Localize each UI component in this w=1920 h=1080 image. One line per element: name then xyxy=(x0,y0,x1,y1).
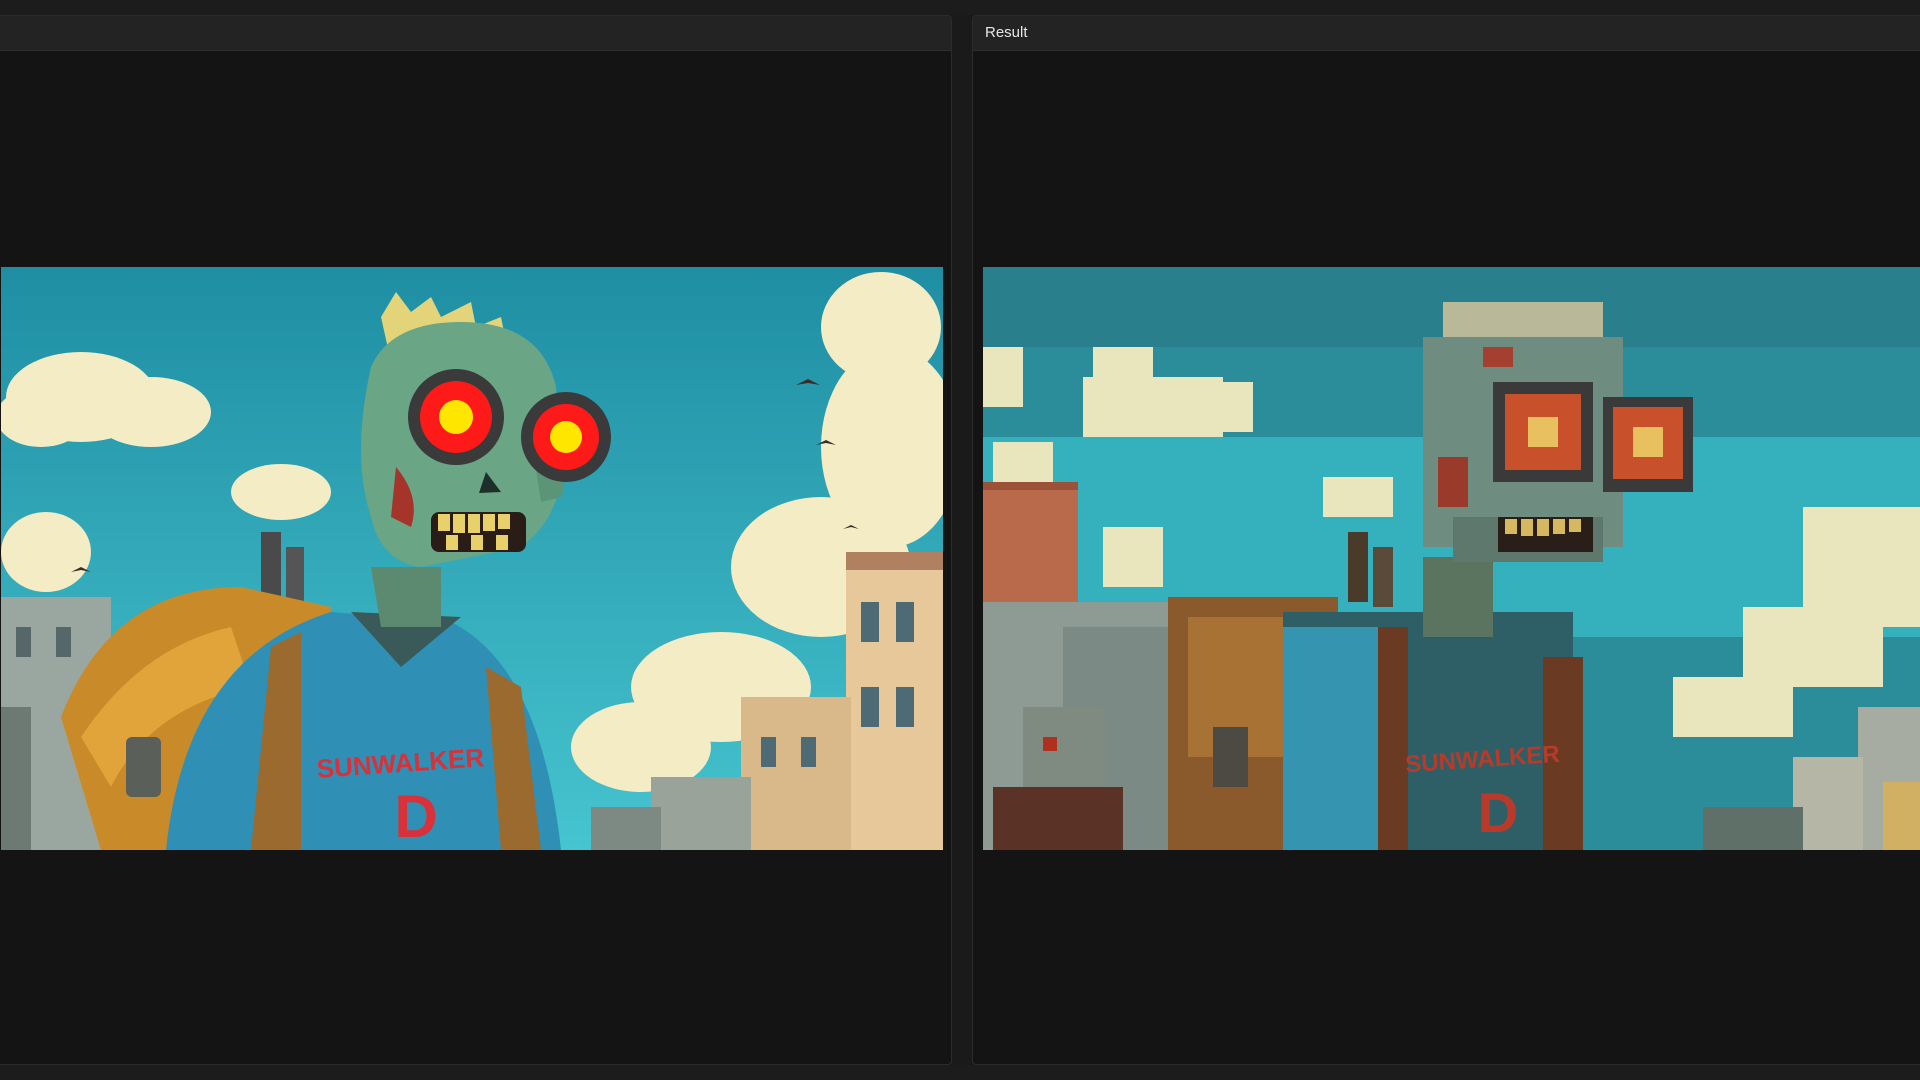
window-bottom-bar xyxy=(0,1065,1920,1080)
result-panel-header: Result xyxy=(973,16,1920,51)
shirt-logo: D xyxy=(394,783,437,850)
source-image-artwork: SUNWALKER D xyxy=(1,267,943,850)
source-image-panel: SUNWALKER D xyxy=(0,15,952,1065)
source-panel-header xyxy=(0,16,951,51)
source-image[interactable]: SUNWALKER D xyxy=(1,267,943,850)
window-top-bar xyxy=(0,0,1920,15)
result-image[interactable]: SUNWALKER D xyxy=(983,267,1920,850)
result-image-panel: Result SUNWALKER D xyxy=(972,15,1920,1065)
result-image-artwork: SUNWALKER D xyxy=(983,267,1920,850)
pixel-shirt-logo: D xyxy=(1478,781,1518,844)
result-panel-title: Result xyxy=(985,24,1028,41)
